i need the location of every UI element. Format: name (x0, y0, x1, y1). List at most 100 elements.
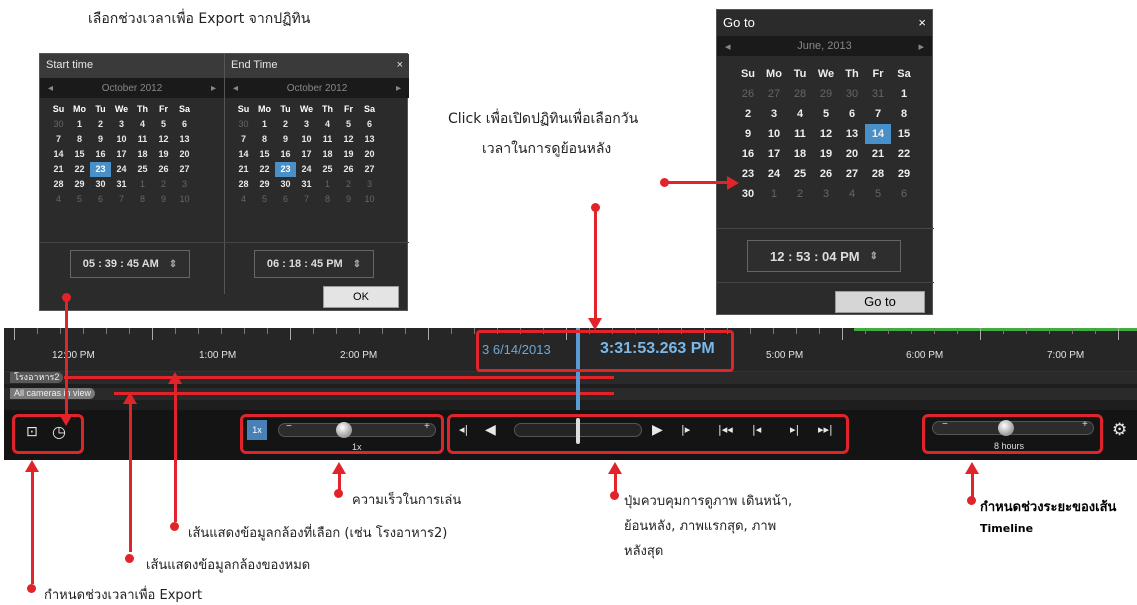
calendar-day[interactable]: 8 (132, 192, 153, 207)
goto-time-field[interactable]: 12 : 53 : 04 PM ⇕ (747, 240, 901, 272)
calendar-day[interactable]: 17 (761, 144, 787, 164)
calendar-day[interactable]: 31 (111, 177, 132, 192)
calendar-day[interactable]: 11 (317, 132, 338, 147)
gear-icon[interactable]: ⚙ (1112, 420, 1127, 440)
calendar-day[interactable]: 7 (296, 192, 317, 207)
timeline-range-knob[interactable] (998, 420, 1014, 436)
calendar-day[interactable]: 17 (111, 147, 132, 162)
calendar-day[interactable]: 9 (275, 132, 296, 147)
calendar-day[interactable]: 9 (153, 192, 174, 207)
calendar-day[interactable]: 25 (317, 162, 338, 177)
calendar-day[interactable]: 19 (153, 147, 174, 162)
calendar-day[interactable]: 20 (839, 144, 865, 164)
start-time-field[interactable]: 05 : 39 : 45 AM ⇕ (70, 250, 190, 278)
calendar-day[interactable]: 28 (787, 84, 813, 104)
calendar-day[interactable]: 3 (174, 177, 195, 192)
next-icon[interactable]: ▸| (790, 423, 799, 436)
calendar-day[interactable]: 18 (317, 147, 338, 162)
calendar-day[interactable]: 1 (132, 177, 153, 192)
calendar-day[interactable]: 12 (153, 132, 174, 147)
calendar-day[interactable]: 16 (90, 147, 111, 162)
calendar-day[interactable]: 26 (735, 84, 761, 104)
calendar-day[interactable]: 28 (48, 177, 69, 192)
calendar-day[interactable]: 14 (233, 147, 254, 162)
calendar-day[interactable]: 19 (813, 144, 839, 164)
calendar-day[interactable]: 6 (359, 117, 380, 132)
close-icon[interactable]: × (918, 15, 926, 31)
calendar-day[interactable]: 9 (338, 192, 359, 207)
calendar-day[interactable]: 5 (813, 104, 839, 124)
calendar-day[interactable]: 29 (69, 177, 90, 192)
calendar-day[interactable]: 2 (90, 117, 111, 132)
play-icon[interactable]: ▶ (652, 422, 663, 438)
calendar-day[interactable]: 6 (90, 192, 111, 207)
calendar-day[interactable]: 22 (891, 144, 917, 164)
next-month-icon[interactable]: ▸ (211, 83, 216, 94)
calendar-day[interactable]: 2 (787, 184, 813, 204)
calendar-day[interactable]: 11 (787, 124, 813, 144)
calendar-day[interactable]: 3 (111, 117, 132, 132)
calendar-day[interactable]: 7 (111, 192, 132, 207)
end-time-field[interactable]: 06 : 18 : 45 PM ⇕ (254, 250, 374, 278)
calendar-day[interactable]: 6 (839, 104, 865, 124)
calendar-day[interactable]: 31 (865, 84, 891, 104)
start-month-label[interactable]: October 2012 (102, 83, 163, 94)
calendar-day[interactable]: 4 (839, 184, 865, 204)
calendar-day[interactable]: 13 (839, 124, 865, 144)
calendar-day[interactable]: 4 (132, 117, 153, 132)
prev-month-icon[interactable]: ◂ (725, 40, 731, 53)
calendar-day[interactable]: 1 (891, 84, 917, 104)
calendar-day[interactable]: 27 (174, 162, 195, 177)
calendar-day[interactable]: 29 (891, 164, 917, 184)
calendar-day[interactable]: 10 (111, 132, 132, 147)
next-month-icon[interactable]: ▸ (396, 83, 401, 94)
calendar-day[interactable]: 21 (865, 144, 891, 164)
calendar-day[interactable]: 6 (891, 184, 917, 204)
ok-button[interactable]: OK (323, 286, 399, 308)
calendar-day[interactable]: 6 (275, 192, 296, 207)
selected-day[interactable]: 14 (865, 124, 891, 144)
goto-button[interactable]: Go to (835, 291, 925, 313)
calendar-day[interactable]: 24 (111, 162, 132, 177)
selected-day[interactable]: 23 (275, 162, 296, 177)
calendar-day[interactable]: 26 (813, 164, 839, 184)
export-range-icon[interactable]: ⊡ (26, 424, 38, 440)
calendar-day[interactable]: 1 (69, 117, 90, 132)
prev-month-icon[interactable]: ◂ (233, 83, 238, 94)
play-reverse-icon[interactable]: ◀ (485, 422, 496, 438)
spinner-icon[interactable]: ⇕ (353, 259, 361, 270)
calendar-day[interactable]: 10 (761, 124, 787, 144)
calendar-day[interactable]: 5 (865, 184, 891, 204)
spinner-icon[interactable]: ⇕ (870, 251, 878, 262)
calendar-day[interactable]: 12 (813, 124, 839, 144)
calendar-day[interactable]: 18 (132, 147, 153, 162)
jog-handle[interactable] (576, 418, 580, 444)
calendar-day[interactable]: 16 (735, 144, 761, 164)
selected-day[interactable]: 23 (90, 162, 111, 177)
calendar-day[interactable]: 10 (359, 192, 380, 207)
plus-icon[interactable]: + (424, 421, 430, 432)
calendar-day[interactable]: 9 (90, 132, 111, 147)
calendar-day[interactable]: 4 (787, 104, 813, 124)
calendar-day[interactable]: 20 (174, 147, 195, 162)
calendar-day[interactable]: 3 (359, 177, 380, 192)
end-month-label[interactable]: October 2012 (287, 83, 348, 94)
speed-slider[interactable] (278, 423, 436, 437)
calendar-day[interactable]: 8 (891, 104, 917, 124)
calendar-day[interactable]: 7 (48, 132, 69, 147)
calendar-day[interactable]: 5 (69, 192, 90, 207)
spinner-icon[interactable]: ⇕ (169, 259, 177, 270)
calendar-day[interactable]: 17 (296, 147, 317, 162)
calendar-day[interactable]: 28 (233, 177, 254, 192)
minus-icon[interactable]: − (286, 421, 292, 432)
speed-slider-knob[interactable] (336, 422, 352, 438)
calendar-day[interactable]: 16 (275, 147, 296, 162)
calendar-day[interactable]: 30 (233, 117, 254, 132)
calendar-day[interactable]: 8 (317, 192, 338, 207)
calendar-day[interactable]: 2 (735, 104, 761, 124)
calendar-day[interactable]: 29 (254, 177, 275, 192)
close-icon[interactable]: × (397, 59, 403, 73)
calendar-day[interactable]: 1 (761, 184, 787, 204)
calendar-day[interactable]: 26 (338, 162, 359, 177)
calendar-day[interactable]: 5 (254, 192, 275, 207)
